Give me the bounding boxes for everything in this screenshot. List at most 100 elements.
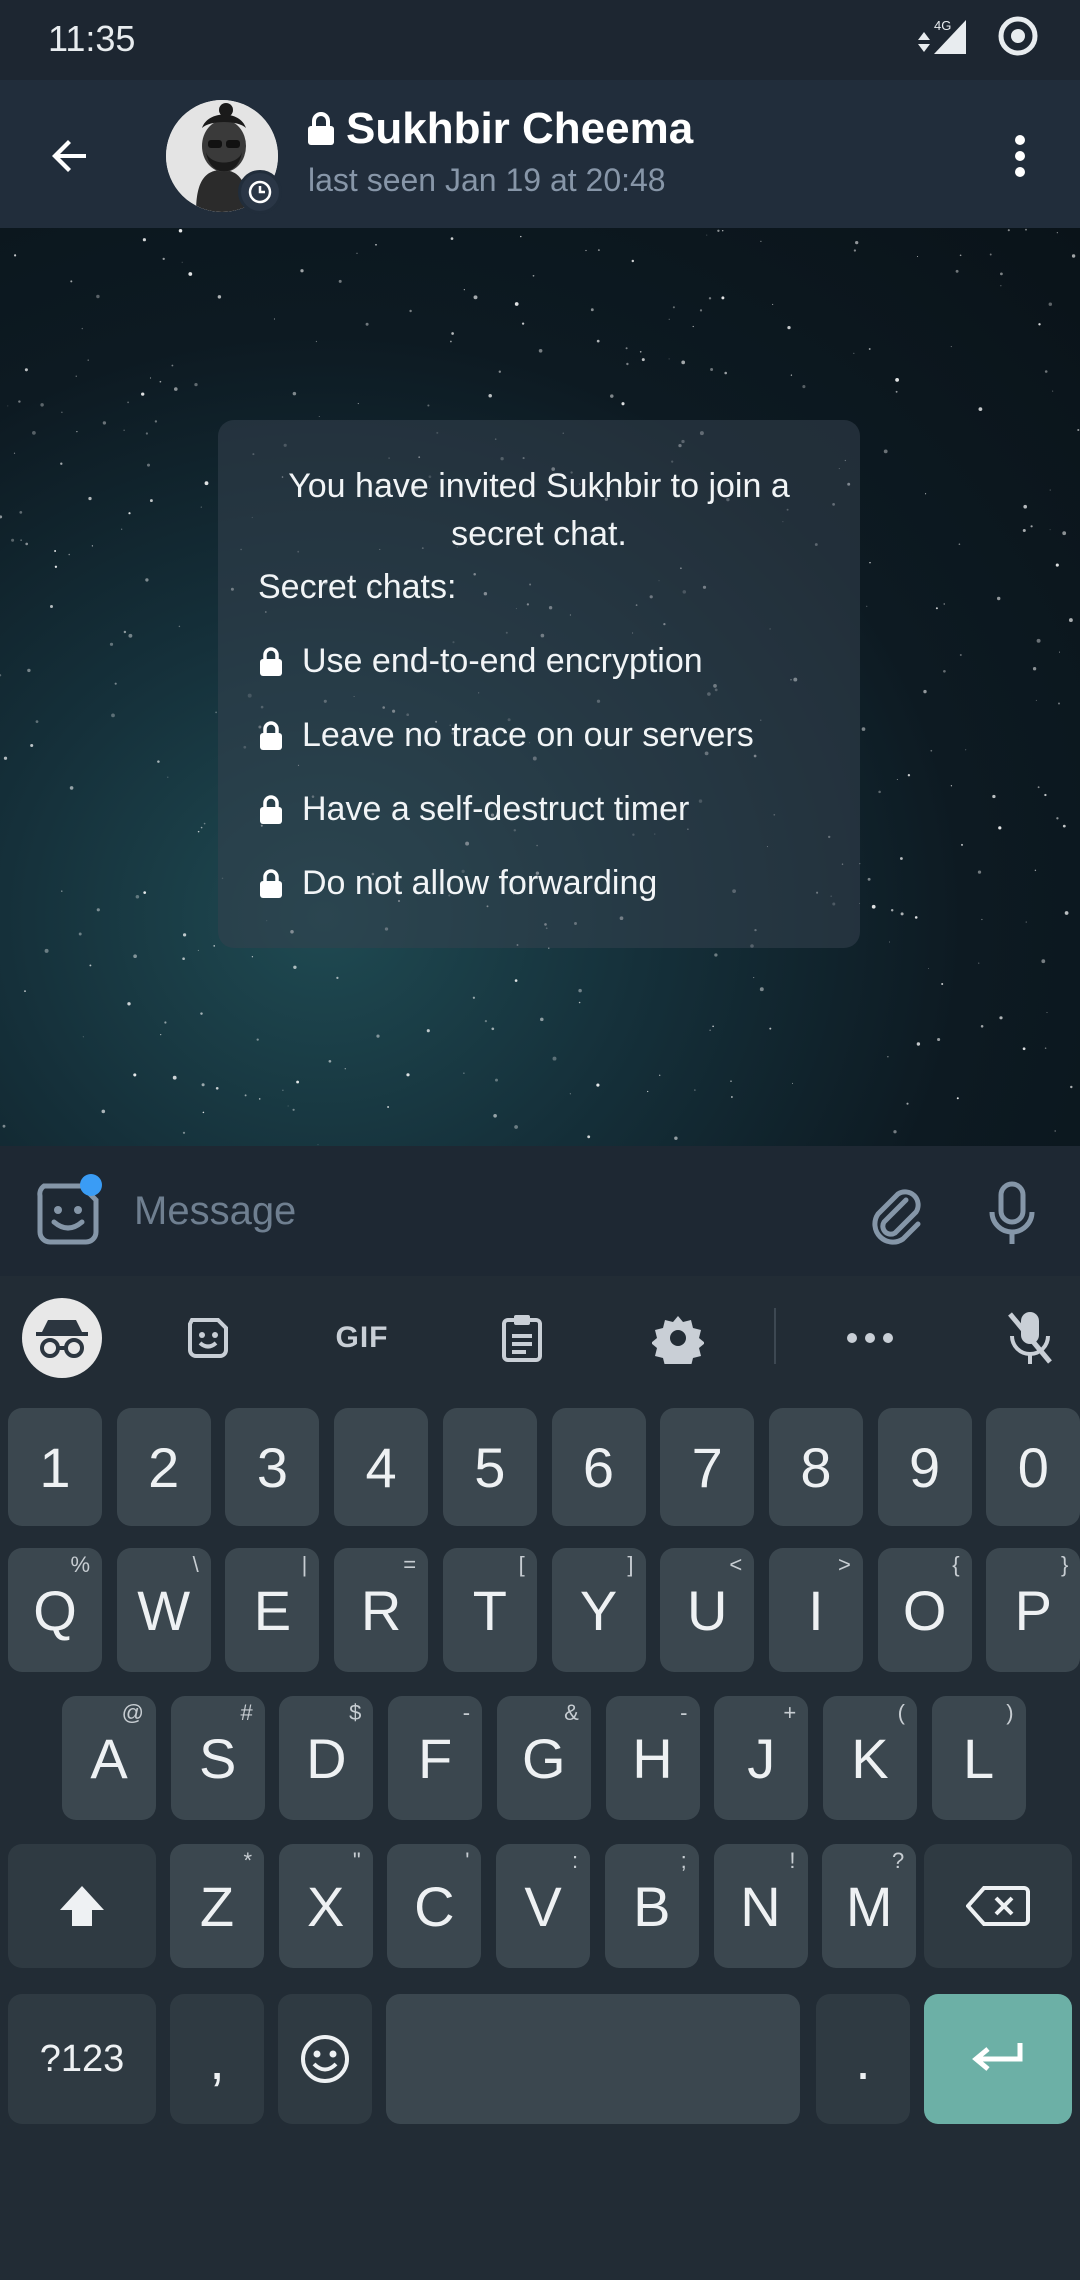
lock-icon xyxy=(260,794,282,824)
info-item: Do not allow forwarding xyxy=(258,864,657,903)
clipboard-button[interactable] xyxy=(482,1298,562,1378)
keyboard-sticker-button[interactable] xyxy=(168,1298,248,1378)
key-hint: $ xyxy=(349,1700,362,1725)
chat-area[interactable]: You have invited Sukhbir to join a secre… xyxy=(0,228,1080,1146)
info-item-text: Do not allow forwarding xyxy=(302,864,658,902)
incognito-button[interactable] xyxy=(22,1298,102,1378)
key-t[interactable]: T[ xyxy=(442,1548,537,1672)
key-s[interactable]: S # xyxy=(170,1696,265,1820)
key-label: V xyxy=(524,1874,562,1938)
key-label: O xyxy=(902,1578,947,1642)
symbols-key[interactable]: ?123 xyxy=(8,1994,156,2124)
key-label: Y xyxy=(579,1578,618,1642)
key-hint: ( xyxy=(897,1700,905,1725)
key-1[interactable]: 1 xyxy=(8,1408,102,1526)
key-u[interactable]: U < xyxy=(660,1548,755,1672)
key-p[interactable]: P} xyxy=(986,1548,1080,1672)
backspace-icon xyxy=(966,1886,1030,1926)
key-f[interactable]: F- xyxy=(388,1696,483,1820)
more-toolbar-options-button[interactable] xyxy=(830,1298,910,1378)
key-e[interactable]: E | xyxy=(225,1548,320,1672)
backspace-key[interactable] xyxy=(924,1844,1072,1968)
key-k[interactable]: K( xyxy=(822,1696,917,1820)
key-4[interactable]: 4 xyxy=(334,1408,429,1526)
key-n[interactable]: N! xyxy=(713,1844,808,1968)
lock-icon xyxy=(260,646,282,676)
arrow-back-icon xyxy=(52,140,86,172)
message-input[interactable] xyxy=(134,1170,814,1252)
enter-key[interactable] xyxy=(924,1994,1072,2124)
message-input-bar xyxy=(0,1146,1080,1276)
incognito-icon xyxy=(36,1320,88,1358)
voice-message-button[interactable] xyxy=(974,1176,1050,1252)
attach-button[interactable] xyxy=(858,1176,934,1252)
key-i[interactable]: I > xyxy=(768,1548,863,1672)
key-hint: ? xyxy=(891,1848,905,1873)
back-button[interactable] xyxy=(28,114,112,198)
more-options-button[interactable] xyxy=(980,114,1060,198)
key-label: 4 xyxy=(365,1435,397,1499)
keyboard-toolbar: GIF xyxy=(0,1276,1080,1396)
gif-label: GIF xyxy=(335,1321,389,1354)
key-d[interactable]: D $ xyxy=(279,1696,374,1820)
space-key[interactable] xyxy=(386,1994,800,2124)
key-7[interactable]: 7 xyxy=(660,1408,755,1526)
info-item: Leave no trace on our servers xyxy=(258,716,754,755)
key-q[interactable]: Q% xyxy=(8,1548,102,1672)
key-6[interactable]: 6 xyxy=(551,1408,646,1526)
secret-chat-info-card: You have invited Sukhbir to join a secre… xyxy=(218,420,860,948)
key-hint: - xyxy=(462,1700,471,1725)
key-a[interactable]: A @ xyxy=(62,1696,156,1820)
key-label: L xyxy=(963,1726,995,1790)
key-r[interactable]: R = xyxy=(334,1548,429,1672)
info-item: Use end-to-end encryption xyxy=(258,642,703,681)
shift-key[interactable] xyxy=(8,1844,156,1968)
key-3[interactable]: 3 xyxy=(225,1408,320,1526)
key-hint: * xyxy=(243,1848,252,1873)
chat-title[interactable]: Sukhbir Cheema xyxy=(306,104,693,154)
key-2[interactable]: 2 xyxy=(116,1408,211,1526)
status-time: 11:35 xyxy=(48,18,136,59)
key-5[interactable]: 5 xyxy=(442,1408,537,1526)
key-hint: @ xyxy=(121,1700,144,1725)
key-label: G xyxy=(522,1726,566,1790)
key-z[interactable]: Z * xyxy=(170,1844,264,1968)
key-h[interactable]: H- xyxy=(605,1696,700,1820)
key-w[interactable]: W \ xyxy=(116,1548,211,1672)
key-0[interactable]: 0 xyxy=(986,1408,1080,1526)
comma-key[interactable]: , xyxy=(170,1994,264,2124)
key-y[interactable]: Y] xyxy=(551,1548,646,1672)
key-label: J xyxy=(747,1726,776,1790)
microphone-icon xyxy=(989,1181,1035,1244)
voice-typing-off-button[interactable] xyxy=(990,1298,1070,1378)
key-m[interactable]: M? xyxy=(822,1844,917,1968)
emoji-key[interactable] xyxy=(278,1994,372,2124)
key-hint: \ xyxy=(192,1552,199,1577)
key-label: 9 xyxy=(909,1435,941,1499)
key-label: 2 xyxy=(148,1435,180,1499)
key-x[interactable]: X " xyxy=(278,1844,373,1968)
status-icons: 4G xyxy=(916,14,1040,63)
key-label: 1 xyxy=(39,1435,71,1499)
self-destruct-timer-icon xyxy=(238,170,282,214)
key-v[interactable]: V: xyxy=(496,1844,591,1968)
key-label: ?123 xyxy=(39,2037,125,2080)
emoji-icon xyxy=(301,2035,349,2083)
keyboard-settings-button[interactable] xyxy=(638,1298,718,1378)
shift-icon xyxy=(60,1886,104,1926)
key-b[interactable]: B; xyxy=(604,1844,699,1968)
key-g[interactable]: G & xyxy=(496,1696,591,1820)
key-l[interactable]: L) xyxy=(931,1696,1026,1820)
key-o[interactable]: O{ xyxy=(877,1548,972,1672)
key-label: Z xyxy=(199,1874,235,1938)
gif-button[interactable]: GIF xyxy=(322,1298,402,1378)
key-label: 8 xyxy=(800,1435,832,1499)
key-label: 5 xyxy=(474,1435,506,1499)
network-type-label: 4G xyxy=(934,18,951,33)
period-key[interactable]: . xyxy=(816,1994,910,2124)
key-j[interactable]: J + xyxy=(714,1696,809,1820)
key-8[interactable]: 8 xyxy=(768,1408,863,1526)
key-9[interactable]: 9 xyxy=(877,1408,972,1526)
key-c[interactable]: C ' xyxy=(387,1844,482,1968)
info-item: Have a self-destruct timer xyxy=(258,790,689,829)
